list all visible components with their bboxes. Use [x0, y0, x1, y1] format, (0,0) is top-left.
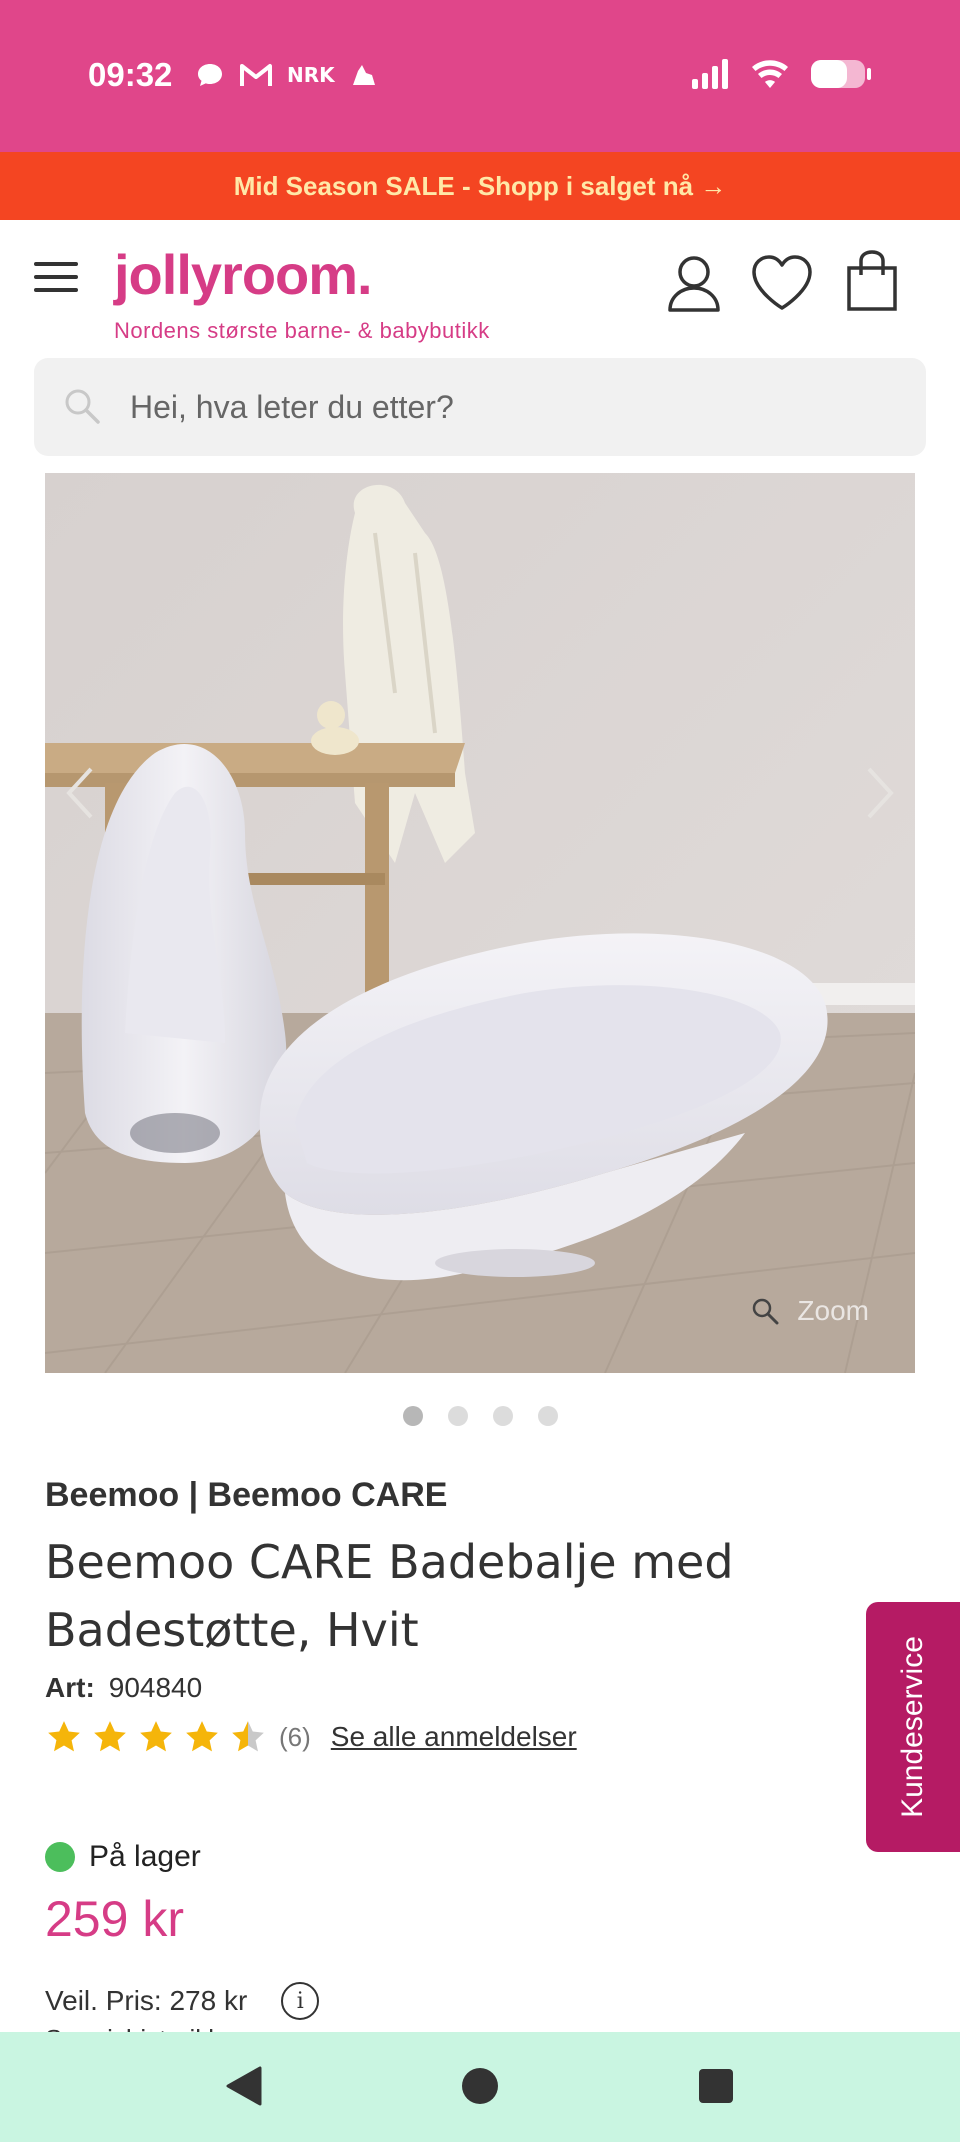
- pagination-dot[interactable]: [492, 1406, 513, 1426]
- star-icon: [94, 1721, 126, 1752]
- article-label: Art:: [45, 1672, 95, 1703]
- pagination-dot[interactable]: [537, 1406, 558, 1426]
- in-stock-dot-icon: [45, 1842, 75, 1872]
- notification-icons: NRK: [195, 60, 379, 90]
- status-time: 09:32: [88, 56, 173, 93]
- system-icons: [690, 58, 872, 90]
- account-icon[interactable]: [666, 254, 722, 314]
- article-number: Art: 904840: [45, 1672, 202, 1704]
- article-value: 904840: [108, 1672, 203, 1703]
- recommended-price: Veil. Pris: 278 kr: [45, 1985, 248, 2016]
- prev-image-arrow-icon[interactable]: [61, 763, 101, 823]
- battery-icon: [811, 60, 871, 88]
- stock-status: På lager: [45, 1840, 201, 1874]
- product-image[interactable]: [45, 473, 915, 1373]
- product-brand[interactable]: Beemoo | Beemoo CARE: [45, 1476, 447, 1515]
- zoom-search-icon: [753, 1298, 779, 1325]
- pagination-dot[interactable]: [402, 1406, 423, 1426]
- zoom-button[interactable]: Zoom: [751, 1295, 869, 1327]
- back-icon[interactable]: [224, 2064, 264, 2108]
- signal-icon: [692, 59, 728, 89]
- half-star-icon: [232, 1721, 264, 1752]
- pagination-dot[interactable]: [447, 1406, 468, 1426]
- customer-service-tab[interactable]: Kundeservice: [866, 1602, 960, 1852]
- gmail-icon: [240, 64, 272, 86]
- product-price: 259 kr: [45, 1891, 184, 1947]
- next-image-arrow-icon[interactable]: [859, 763, 899, 823]
- status-bar: 09:32 NRK: [0, 0, 960, 152]
- sale-banner-text[interactable]: Mid Season SALE - Shopp i salget nå →: [234, 171, 727, 202]
- heart-icon[interactable]: [750, 254, 814, 314]
- home-icon[interactable]: [460, 2064, 500, 2108]
- star-icon: [186, 1721, 218, 1752]
- product-title: Beemoo CARE Badebalje med Badestøtte, Hv…: [45, 1535, 734, 1657]
- tagline: Nordens største barne- & babybutikk: [114, 318, 490, 343]
- review-count: (6): [279, 1721, 311, 1752]
- rating-row: (6) Se alle anmeldelser: [45, 1718, 577, 1756]
- search-icon: [65, 389, 100, 424]
- search-bar[interactable]: [34, 358, 926, 456]
- cloud-icon: [352, 65, 375, 85]
- product-image-gallery[interactable]: Zoom: [45, 473, 915, 1373]
- recommended-price-row: Veil. Pris: 278 kr i: [45, 1982, 320, 2020]
- all-reviews-link[interactable]: Se alle anmeldelser: [331, 1721, 577, 1753]
- gallery-pagination: [0, 1406, 960, 1426]
- nrk-icon: NRK: [287, 63, 335, 87]
- star-icon: [48, 1721, 80, 1752]
- info-icon[interactable]: i: [281, 1982, 320, 2020]
- system-nav-bar: [0, 2032, 960, 2142]
- sale-banner[interactable]: Mid Season SALE - Shopp i salget nå →: [0, 152, 960, 220]
- jollyroom-logo[interactable]: jollyroom.: [114, 242, 373, 307]
- chat-bubble-icon: [198, 64, 222, 86]
- wifi-icon: [752, 60, 788, 88]
- search-input[interactable]: [130, 378, 890, 436]
- customer-service-label[interactable]: Kundeservice: [896, 1636, 930, 1818]
- star-icon: [140, 1721, 172, 1752]
- recents-icon[interactable]: [696, 2064, 736, 2108]
- stock-label: På lager: [89, 1840, 201, 1873]
- menu-icon[interactable]: [34, 262, 80, 294]
- bag-icon[interactable]: [846, 250, 898, 312]
- zoom-label[interactable]: Zoom: [797, 1295, 869, 1327]
- site-header: jollyroom. Nordens største barne- & baby…: [0, 220, 960, 348]
